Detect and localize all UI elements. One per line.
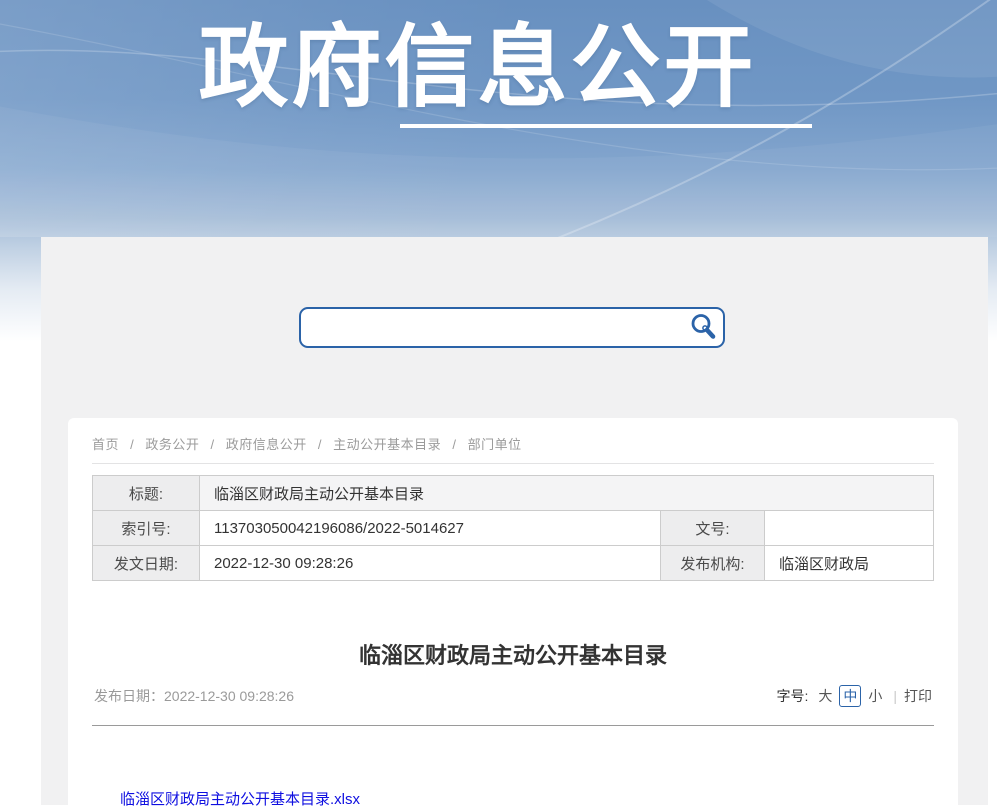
doc-number-value <box>764 511 933 546</box>
font-size-label: 字号: <box>776 686 808 706</box>
font-size-and-print-controls: 字号: 大 中 小 | 打印 <box>776 685 932 707</box>
search-icon <box>688 312 718 342</box>
publish-date: 发布日期：2022-12-30 09:28:26 <box>94 686 294 706</box>
search-button[interactable] <box>687 312 719 344</box>
breadcrumb-gov-info-disclosure[interactable]: 政府信息公开 <box>226 437 307 452</box>
title-label: 标题: <box>93 476 200 511</box>
breadcrumb-department-units[interactable]: 部门单位 <box>468 437 522 452</box>
breadcrumb-proactive-disclosure-catalog[interactable]: 主动公开基本目录 <box>333 437 441 452</box>
breadcrumb-separator: / <box>318 437 322 452</box>
article-title: 临淄区财政局主动公开基本目录 <box>92 641 934 671</box>
breadcrumb-government-affairs[interactable]: 政务公开 <box>145 437 199 452</box>
vertical-divider: | <box>893 688 897 704</box>
publisher-label: 发布机构: <box>660 546 764 581</box>
breadcrumb-separator: / <box>452 437 456 452</box>
article-meta-row: 发布日期：2022-12-30 09:28:26 字号: 大 中 小 | 打印 <box>92 685 934 707</box>
breadcrumb: 首页 / 政务公开 / 政府信息公开 / 主动公开基本目录 / 部门单位 <box>92 434 934 453</box>
title-underline <box>400 124 812 128</box>
article-card: 首页 / 政务公开 / 政府信息公开 / 主动公开基本目录 / 部门单位 标题:… <box>68 418 958 805</box>
doc-number-label: 文号: <box>660 511 764 546</box>
font-size-medium-button[interactable]: 中 <box>839 685 861 707</box>
table-row: 索引号: 113703050042196086/2022-5014627 文号: <box>93 511 934 546</box>
table-row: 标题: 临淄区财政局主动公开基本目录 <box>93 476 934 511</box>
breadcrumb-separator: / <box>130 437 134 452</box>
publisher-value: 临淄区财政局 <box>764 546 933 581</box>
search-input[interactable] <box>313 312 683 343</box>
breadcrumb-home[interactable]: 首页 <box>92 437 119 452</box>
issue-date-label: 发文日期: <box>93 546 200 581</box>
publish-date-value: 2022-12-30 09:28:26 <box>164 688 294 704</box>
font-size-small-button[interactable]: 小 <box>868 686 882 706</box>
index-number-value: 113703050042196086/2022-5014627 <box>200 511 661 546</box>
attachment-xlsx-link[interactable]: 临淄区财政局主动公开基本目录.xlsx <box>120 791 360 808</box>
banner: 政府信息公开 <box>0 0 997 237</box>
page-title: 政府信息公开 <box>0 20 976 117</box>
search-box <box>299 307 725 348</box>
breadcrumb-separator: / <box>211 437 215 452</box>
index-number-label: 索引号: <box>93 511 200 546</box>
title-value: 临淄区财政局主动公开基本目录 <box>200 476 934 511</box>
font-size-large-button[interactable]: 大 <box>818 686 832 706</box>
document-meta-table: 标题: 临淄区财政局主动公开基本目录 索引号: 1137030500421960… <box>92 475 934 581</box>
print-button[interactable]: 打印 <box>904 686 932 706</box>
publish-date-label: 发布日期： <box>94 688 164 704</box>
attachment-row: 临淄区财政局主动公开基本目录.xlsx <box>120 788 934 809</box>
article-divider <box>92 725 934 726</box>
issue-date-value: 2022-12-30 09:28:26 <box>200 546 661 581</box>
table-row: 发文日期: 2022-12-30 09:28:26 发布机构: 临淄区财政局 <box>93 546 934 581</box>
breadcrumb-divider <box>92 463 934 464</box>
